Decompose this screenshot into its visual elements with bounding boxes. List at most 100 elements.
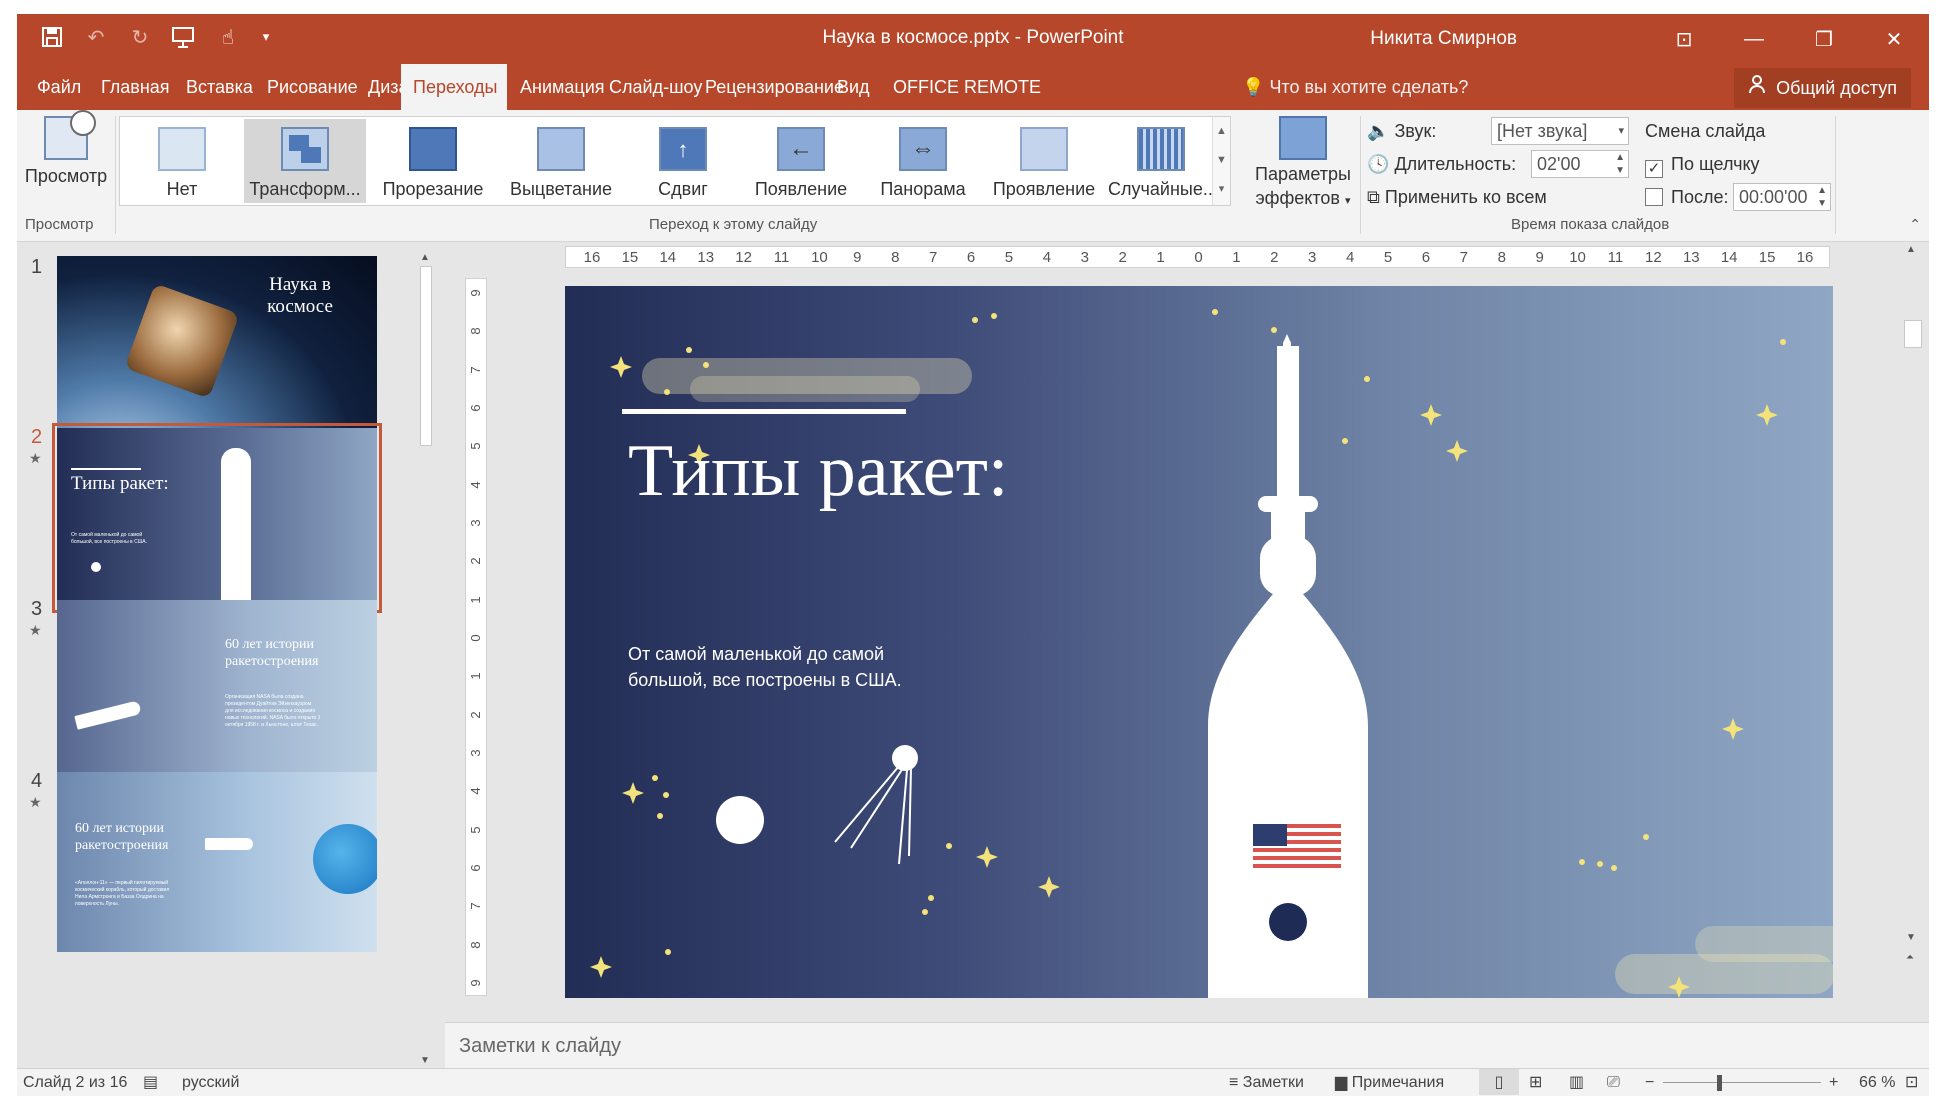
zoom-slider[interactable] bbox=[1663, 1082, 1821, 1083]
normal-view-icon[interactable]: ▯ bbox=[1479, 1069, 1519, 1095]
zoom-level[interactable]: 66 % bbox=[1859, 1069, 1895, 1096]
share-button[interactable]: Общий доступ bbox=[1734, 68, 1911, 108]
transition-pan[interactable]: ⇔ Панорама bbox=[868, 119, 978, 203]
ruler-tick-label: 7 bbox=[1459, 249, 1469, 266]
zoom-out-icon[interactable]: − bbox=[1645, 1069, 1654, 1096]
after-checkbox[interactable]: После: bbox=[1645, 182, 1728, 212]
thumb1-title: Наука в космосе bbox=[267, 274, 333, 317]
transition-none[interactable]: Нет bbox=[134, 119, 230, 203]
ruler-tick-label: 8 bbox=[468, 941, 484, 949]
scroll-thumb[interactable] bbox=[1904, 320, 1922, 348]
thumb2-subtitle: От самой маленькой до самой большой, все… bbox=[71, 532, 148, 545]
slide-editor: 16 15 14 13 12 11 10 9 8 7 6 5 4 3 2 1 0 1 2 3 4 5 6 7 8 9 10 11 12 1… bbox=[445, 242, 1929, 1022]
transition-label: Сдвиг bbox=[658, 179, 708, 199]
gallery-more-icon[interactable]: ▾ bbox=[1213, 175, 1230, 204]
slide-thumbnail-2[interactable]: Типы ракет: От самой маленькой до самой … bbox=[52, 423, 382, 613]
thumbnail-scrollbar[interactable]: ▲ ▼ bbox=[415, 252, 437, 1068]
slide-thumbnail-4[interactable]: 60 лет истории ракетостроения «Аполлон-1… bbox=[57, 772, 377, 952]
tab-home[interactable]: Главная bbox=[89, 64, 182, 110]
scroll-up-icon[interactable]: ▲ bbox=[420, 252, 430, 263]
gallery-up-icon[interactable]: ▲ bbox=[1213, 117, 1230, 146]
minimize-button[interactable]: — bbox=[1719, 14, 1789, 64]
transition-reveal[interactable]: Проявление bbox=[990, 119, 1098, 203]
ruler-tick-label: 8 bbox=[1497, 249, 1506, 266]
slide-title[interactable]: Типы ракет: bbox=[628, 424, 1048, 518]
us-flag-icon bbox=[1253, 824, 1341, 868]
gallery-down-icon[interactable]: ▼ bbox=[1213, 146, 1230, 175]
notes-pane[interactable]: Заметки к слайду bbox=[445, 1022, 1929, 1068]
close-button[interactable]: ✕ bbox=[1859, 14, 1929, 64]
tab-file[interactable]: Файл bbox=[25, 64, 93, 110]
ruler-tick-label: 8 bbox=[468, 327, 484, 335]
tell-me-box[interactable]: 💡 Что вы хотите сделать? bbox=[1242, 64, 1468, 110]
ruler-tick-label: 11 bbox=[1607, 249, 1624, 266]
transition-push[interactable]: ↑ Сдвиг bbox=[640, 119, 726, 203]
slide-thumbnail-3[interactable]: 60 лет истории ракетостроения Организаци… bbox=[57, 600, 377, 780]
ruler-tick-label: 2 bbox=[1118, 249, 1127, 266]
ruler-tick-label: 9 bbox=[468, 979, 484, 987]
zoom-in-icon[interactable]: + bbox=[1829, 1069, 1838, 1096]
ruler-tick-label: 13 bbox=[697, 249, 715, 266]
reading-view-icon[interactable]: ▥ bbox=[1569, 1069, 1584, 1096]
duration-input[interactable]: 02'00 ▲ ▼ bbox=[1531, 150, 1629, 178]
notes-icon: ≡ bbox=[1229, 1074, 1239, 1091]
ruler-tick-label: 15 bbox=[1758, 249, 1776, 266]
ruler-tick-label: 0 bbox=[1194, 249, 1203, 266]
slide-number: 3 bbox=[31, 598, 43, 620]
transition-random-bars[interactable]: Случайные... bbox=[1108, 119, 1218, 203]
preview-button[interactable]: Просмотр bbox=[21, 110, 111, 196]
chevron-down-icon: ▾ bbox=[1618, 125, 1624, 137]
apply-to-all-button[interactable]: ⧉ Применить ко всем bbox=[1367, 182, 1547, 212]
tab-insert[interactable]: Вставка bbox=[174, 64, 265, 110]
slide-thumbnail-1[interactable]: Наука в космосе bbox=[57, 256, 377, 436]
zoom-slider-thumb[interactable] bbox=[1717, 1075, 1722, 1091]
restore-button[interactable]: ❐ bbox=[1789, 14, 1859, 64]
tab-draw[interactable]: Рисование bbox=[255, 64, 370, 110]
slideshow-view-icon[interactable]: ⎚ bbox=[1607, 1069, 1620, 1096]
vertical-ruler: 9 8 7 6 5 4 3 2 1 0 1 2 3 4 5 6 7 8 9 bbox=[465, 278, 487, 996]
slide-sorter-icon[interactable]: ⊞ bbox=[1529, 1069, 1542, 1096]
ruler-tick-label: 7 bbox=[468, 902, 484, 910]
scroll-up-icon[interactable]: ▲ bbox=[1906, 244, 1916, 255]
spelling-icon[interactable]: ▤ bbox=[143, 1069, 158, 1096]
after-time-input[interactable]: 00:00'00 ▲ ▼ bbox=[1733, 183, 1831, 211]
effect-options-icon bbox=[1279, 116, 1327, 160]
scroll-down-icon[interactable]: ▼ bbox=[1906, 932, 1916, 943]
user-name[interactable]: Никита Смирнов bbox=[1370, 28, 1517, 50]
transition-fade[interactable]: Выцветание bbox=[500, 119, 622, 203]
on-click-checkbox[interactable]: ✓ По щелчку bbox=[1645, 149, 1760, 179]
collapse-ribbon-icon[interactable]: ⌃ bbox=[1909, 216, 1921, 233]
editor-scrollbar[interactable]: ▲ ▼ ⏶ bbox=[1901, 242, 1923, 972]
notes-toggle[interactable]: ≡ Заметки bbox=[1229, 1069, 1304, 1096]
scroll-thumb[interactable] bbox=[420, 266, 432, 446]
ruler-tick-label: 12 bbox=[735, 249, 752, 266]
ruler-tick-label: 6 bbox=[468, 864, 484, 872]
language-indicator[interactable]: русский bbox=[182, 1069, 239, 1096]
fit-to-window-icon[interactable]: ⊡ bbox=[1905, 1069, 1918, 1096]
sound-dropdown[interactable]: [Нет звука] ▾ bbox=[1491, 117, 1629, 145]
tab-office-remote[interactable]: OFFICE REMOTE bbox=[881, 64, 1053, 110]
spinner-icon[interactable]: ▲ ▼ bbox=[1615, 151, 1625, 177]
share-label: Общий доступ bbox=[1776, 78, 1897, 98]
transition-cut[interactable]: Прорезание bbox=[378, 119, 488, 203]
ruler-tick-label: 10 bbox=[811, 249, 828, 266]
ribbon-display-options-icon[interactable]: ⊡ bbox=[1649, 14, 1719, 64]
transition-morph[interactable]: Трансформ... bbox=[244, 119, 366, 203]
effect-options-button[interactable]: Параметры эффектов ▾ bbox=[1251, 116, 1355, 213]
tab-transitions[interactable]: Переходы bbox=[401, 64, 507, 110]
scroll-down-icon[interactable]: ▼ bbox=[420, 1055, 430, 1066]
transition-wipe[interactable]: ← Появление bbox=[746, 119, 856, 203]
ruler-tick-label: 8 bbox=[891, 249, 900, 266]
checkbox-checked-icon[interactable]: ✓ bbox=[1645, 160, 1663, 178]
slide-number: 4 bbox=[31, 770, 43, 792]
current-slide[interactable]: Типы ракет: От самой маленькой до самой … bbox=[565, 286, 1833, 998]
gallery-scrollbar[interactable]: ▲ ▼ ▾ bbox=[1212, 117, 1230, 205]
ruler-tick-label: 1 bbox=[468, 596, 484, 604]
transition-fade-icon bbox=[537, 127, 585, 171]
tab-view[interactable]: Вид bbox=[825, 64, 882, 110]
slide-subtitle[interactable]: От самой маленькой до самой большой, все… bbox=[628, 641, 968, 693]
previous-slide-icon[interactable]: ⏶ bbox=[1906, 952, 1914, 963]
comments-toggle[interactable]: ▆ Примечания bbox=[1335, 1069, 1444, 1096]
spinner-icon[interactable]: ▲ ▼ bbox=[1817, 184, 1827, 210]
checkbox-unchecked-icon[interactable] bbox=[1645, 188, 1663, 206]
